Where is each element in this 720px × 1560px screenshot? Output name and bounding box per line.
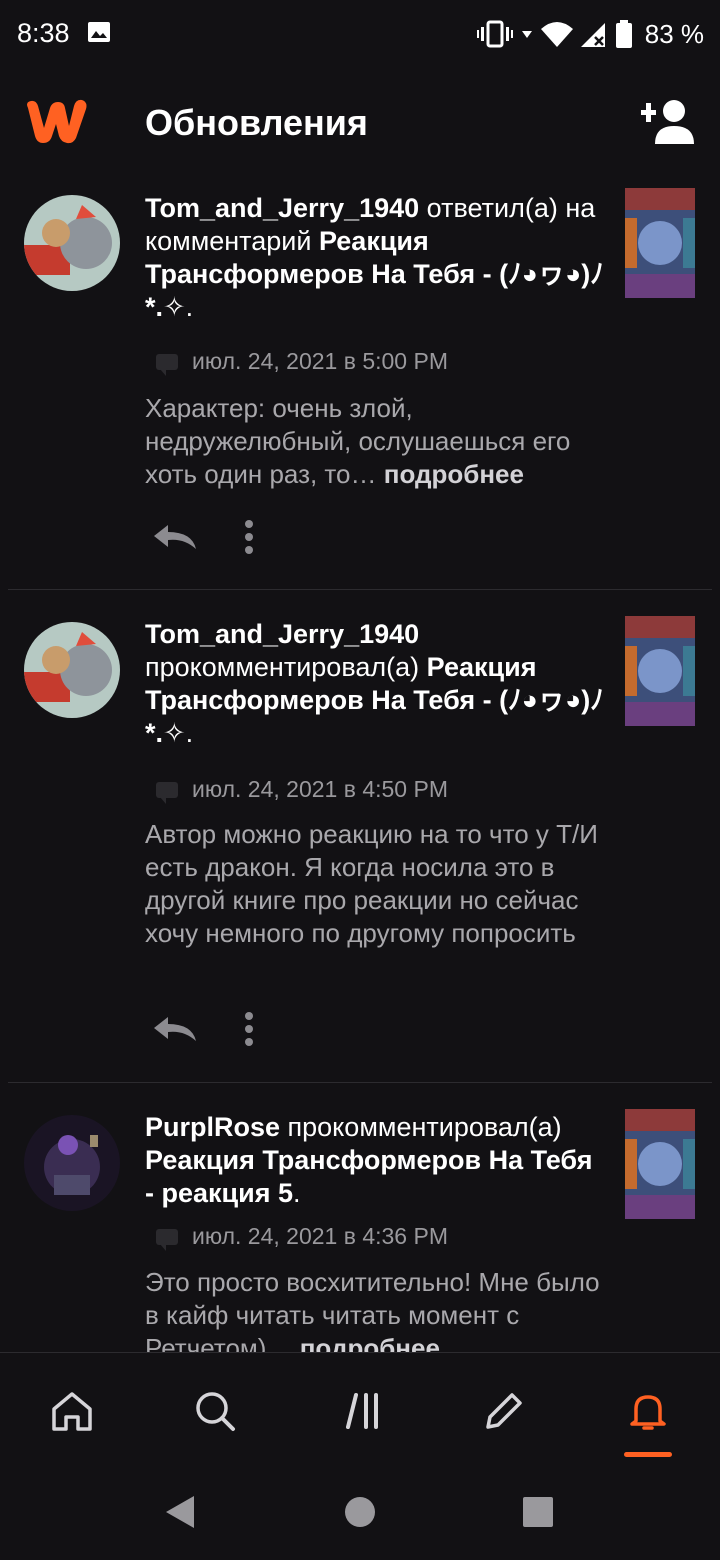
story-cover[interactable] [625,188,695,298]
comment-icon [156,353,178,376]
comment-icon [156,1228,178,1251]
read-more-link[interactable]: подробнее [300,1333,440,1352]
status-bar: 8:38 83 % [0,0,720,68]
update-headline: Tom_and_Jerry_1940 прокомментировал(а) Р… [145,619,604,748]
avatar-image [24,622,120,718]
comment-text: Это просто восхитительно! Мне было в кай… [145,1266,615,1352]
story-title[interactable]: Реакция Трансформеров На Тебя - реакция … [145,1145,593,1208]
avatar[interactable] [24,195,120,291]
update-meta: июл. 24, 2021 в 5:00 PM [156,348,448,376]
library-icon [346,1393,378,1429]
list-item[interactable]: PurplRose прокомментировал(а) Реакция Тр… [8,1083,712,1352]
more-options-icon[interactable] [244,520,254,554]
avatar-image [24,1115,120,1211]
story-cover[interactable] [625,616,695,726]
recents-icon[interactable] [522,1496,554,1528]
updates-feed: Tom_and_Jerry_1940 ответил(а) на коммент… [0,180,720,1352]
username[interactable]: Tom_and_Jerry_1940 [145,193,419,223]
add-user-icon[interactable] [638,98,698,146]
comment-icon [156,781,178,804]
update-meta: июл. 24, 2021 в 4:36 PM [156,1223,448,1251]
cover-image [625,1109,695,1219]
comment-text: Автор можно реакцию на то что у Т/И есть… [145,819,598,948]
item-actions [152,1012,254,1046]
active-tab-indicator [624,1452,672,1457]
update-date: июл. 24, 2021 в 4:36 PM [192,1223,448,1249]
bottom-nav [0,1352,720,1468]
wattpad-logo[interactable] [22,96,90,146]
username[interactable]: Tom_and_Jerry_1940 [145,619,419,649]
nav-notifications[interactable] [620,1383,676,1439]
status-time: 8:38 [17,18,70,48]
read-more-link[interactable]: подробнее [384,459,524,489]
avatar[interactable] [24,622,120,718]
status-icons: 83 % [476,14,704,54]
reply-icon[interactable] [152,1015,198,1043]
list-item[interactable]: Tom_and_Jerry_1940 прокомментировал(а) Р… [8,590,712,1083]
comment-text: Характер: очень злой, недружелюбный, осл… [145,393,571,489]
battery-icon [615,20,632,48]
gallery-icon [88,22,110,42]
cover-image [625,616,695,726]
nav-search[interactable] [187,1383,243,1439]
update-date: июл. 24, 2021 в 4:50 PM [192,776,448,802]
notifications-icon [630,1395,666,1430]
reply-icon[interactable] [152,523,198,551]
update-headline: PurplRose прокомментировал(а) Реакция Тр… [145,1112,593,1208]
arrow-down-icon [521,31,532,38]
update-headline: Tom_and_Jerry_1940 ответил(а) на коммент… [145,193,604,322]
update-meta: июл. 24, 2021 в 4:50 PM [156,776,448,804]
item-actions [152,520,254,554]
search-icon [196,1392,235,1431]
username[interactable]: PurplRose [145,1112,280,1142]
avatar[interactable] [24,1115,120,1211]
story-cover[interactable] [625,1109,695,1219]
list-item[interactable]: Tom_and_Jerry_1940 ответил(а) на коммент… [8,180,712,590]
wifi-icon [540,22,573,47]
app-header: Обновления [0,68,720,180]
system-nav [0,1468,720,1560]
page-title: Обновления [145,102,368,143]
write-icon [486,1393,522,1429]
home-icon [52,1392,92,1431]
update-date: июл. 24, 2021 в 5:00 PM [192,348,448,374]
avatar-image [24,195,120,291]
more-options-icon[interactable] [244,1012,254,1046]
signal-icon [580,23,605,47]
nav-write[interactable] [476,1383,532,1439]
nav-home[interactable] [44,1383,100,1439]
back-icon[interactable] [164,1494,196,1530]
home-button-icon[interactable] [344,1496,376,1528]
vibrate-icon [476,20,513,48]
battery-percent: 83 % [644,18,704,49]
nav-library[interactable] [334,1383,390,1439]
cover-image [625,188,695,298]
